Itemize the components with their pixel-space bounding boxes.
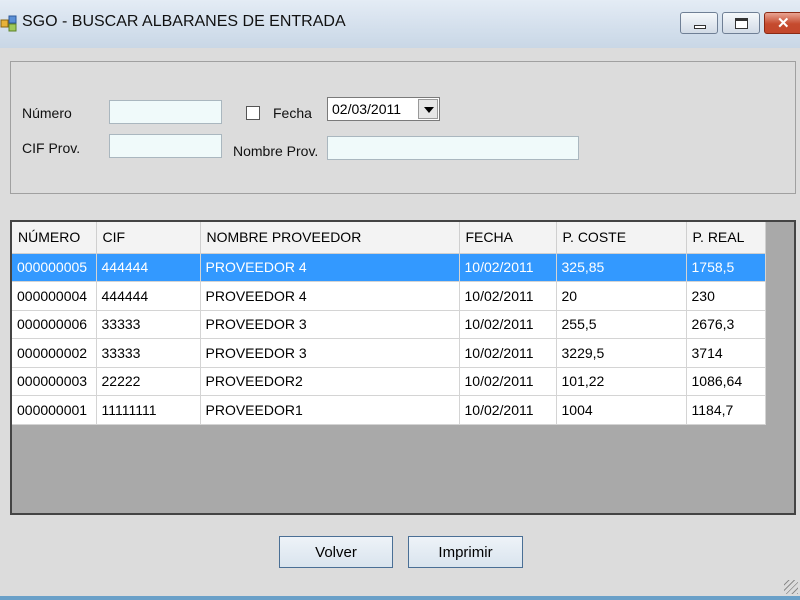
table-row[interactable]: 000000005 444444 PROVEEDOR 4 10/02/2011 … [12,253,766,282]
column-header-nombre-proveedor[interactable]: NOMBRE PROVEEDOR [200,222,460,254]
fecha-date-picker[interactable]: 02/03/2011 [327,97,440,121]
imprimir-button[interactable]: Imprimir [408,536,523,568]
cell-p-coste[interactable]: 20 [556,281,687,311]
cell-cif[interactable]: 33333 [96,310,201,339]
filter-group-box: Número Fecha 02/03/2011 CIF Prov. Nombre… [10,61,796,194]
table-row[interactable]: 000000001 11111111 PROVEEDOR1 10/02/2011… [12,395,766,425]
cell-fecha[interactable]: 10/02/2011 [459,338,557,368]
cell-nombre[interactable]: PROVEEDOR 4 [200,253,460,282]
cell-cif[interactable]: 22222 [96,367,201,396]
minimize-icon [694,25,706,29]
cell-nombre[interactable]: PROVEEDOR1 [200,395,460,425]
table-row[interactable]: 000000003 22222 PROVEEDOR2 10/02/2011 10… [12,367,766,396]
window-bottom-border [0,596,800,600]
cell-p-coste[interactable]: 1004 [556,395,687,425]
table-row[interactable]: 000000006 33333 PROVEEDOR 3 10/02/2011 2… [12,310,766,339]
nombre-prov-label: Nombre Prov. [233,143,319,159]
cell-p-coste[interactable]: 255,5 [556,310,687,339]
grid-header-row: NÚMERO CIF NOMBRE PROVEEDOR FECHA P. COS… [12,222,766,254]
maximize-icon [735,18,748,29]
cell-p-real[interactable]: 1184,7 [686,395,766,425]
cell-cif[interactable]: 444444 [96,253,201,282]
maximize-button[interactable] [722,12,760,34]
cell-fecha[interactable]: 10/02/2011 [459,395,557,425]
cell-p-coste[interactable]: 101,22 [556,367,687,396]
table-row[interactable]: 000000004 444444 PROVEEDOR 4 10/02/2011 … [12,281,766,311]
cell-nombre[interactable]: PROVEEDOR 4 [200,281,460,311]
cell-p-real[interactable]: 2676,3 [686,310,766,339]
numero-label: Número [22,105,72,121]
app-icon [0,15,17,32]
cell-cif[interactable]: 444444 [96,281,201,311]
cell-p-coste[interactable]: 325,85 [556,253,687,282]
column-header-p-coste[interactable]: P. COSTE [556,222,687,254]
cell-nombre[interactable]: PROVEEDOR 3 [200,310,460,339]
cell-fecha[interactable]: 10/02/2011 [459,310,557,339]
cell-numero[interactable]: 000000005 [12,253,97,282]
cell-p-real[interactable]: 3714 [686,338,766,368]
minimize-button[interactable] [680,12,718,34]
column-header-cif[interactable]: CIF [96,222,201,254]
cell-p-real[interactable]: 1086,64 [686,367,766,396]
title-bar[interactable]: SGO - BUSCAR ALBARANES DE ENTRADA ✕ [0,0,800,48]
numero-input[interactable] [109,100,222,124]
resize-grip[interactable] [784,580,798,594]
fecha-date-value: 02/03/2011 [332,101,402,117]
column-header-fecha[interactable]: FECHA [459,222,557,254]
cell-numero[interactable]: 000000004 [12,281,97,311]
fecha-checkbox[interactable] [246,106,260,120]
cell-nombre[interactable]: PROVEEDOR2 [200,367,460,396]
cell-numero[interactable]: 000000002 [12,338,97,368]
form-client-area: Número Fecha 02/03/2011 CIF Prov. Nombre… [0,48,800,596]
column-header-p-real[interactable]: P. REAL [686,222,766,254]
cell-cif[interactable]: 33333 [96,338,201,368]
cif-prov-input[interactable] [109,134,222,158]
cell-fecha[interactable]: 10/02/2011 [459,281,557,311]
column-header-numero[interactable]: NÚMERO [12,222,97,254]
albaranes-data-grid[interactable]: NÚMERO CIF NOMBRE PROVEEDOR FECHA P. COS… [10,220,796,515]
cif-prov-label: CIF Prov. [22,140,81,156]
cell-nombre[interactable]: PROVEEDOR 3 [200,338,460,368]
window-title: SGO - BUSCAR ALBARANES DE ENTRADA [22,13,346,30]
nombre-prov-input[interactable] [327,136,579,160]
cell-p-coste[interactable]: 3229,5 [556,338,687,368]
close-button[interactable]: ✕ [764,12,800,34]
chevron-down-icon[interactable] [418,99,438,119]
cell-fecha[interactable]: 10/02/2011 [459,253,557,282]
fecha-label: Fecha [273,105,312,121]
cell-numero[interactable]: 000000006 [12,310,97,339]
cell-numero[interactable]: 000000001 [12,395,97,425]
cell-numero[interactable]: 000000003 [12,367,97,396]
cell-cif[interactable]: 11111111 [96,395,201,425]
table-row[interactable]: 000000002 33333 PROVEEDOR 3 10/02/2011 3… [12,338,766,368]
cell-p-real[interactable]: 230 [686,281,766,311]
close-icon: ✕ [777,15,790,32]
volver-button[interactable]: Volver [279,536,393,568]
cell-p-real[interactable]: 1758,5 [686,253,766,282]
cell-fecha[interactable]: 10/02/2011 [459,367,557,396]
